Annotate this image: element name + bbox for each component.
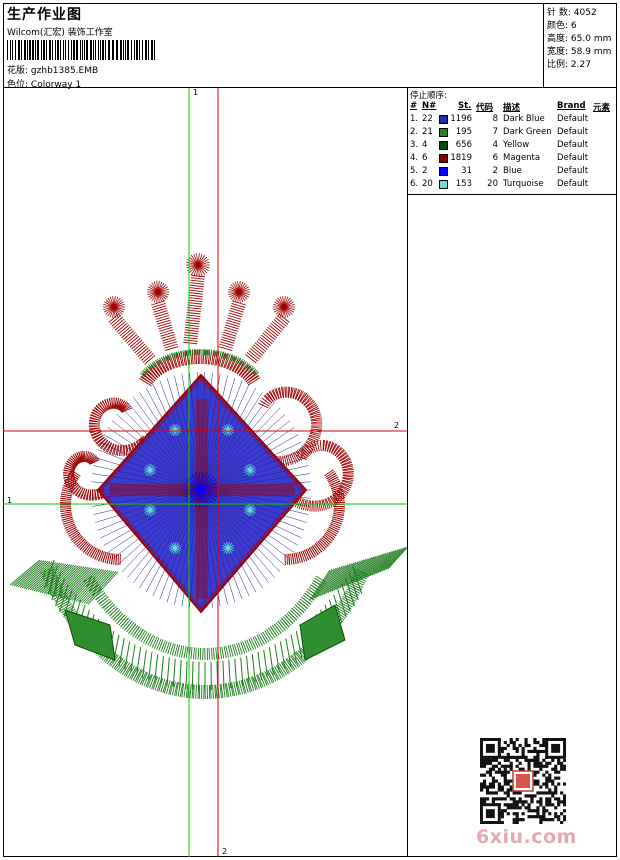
stat-colors: 颜色: 6	[547, 21, 577, 31]
design-file: 花版: gzhb1385.EMB	[7, 63, 98, 76]
stop-num: 2.	[410, 127, 419, 137]
stop-brand: Default	[557, 114, 589, 124]
stop-description: Magenta	[503, 153, 541, 163]
col-code: 代码	[476, 103, 494, 113]
stat-stitches: 针 数: 4052	[547, 8, 597, 18]
stop-needle: 4	[422, 140, 428, 150]
stat-scale: 比例: 2.27	[547, 60, 591, 70]
page-title: 生产作业图	[7, 7, 82, 23]
stop-code: 2	[492, 166, 498, 176]
stop-sequence-title: 停止顺序:	[410, 91, 447, 101]
stop-num: 5.	[410, 166, 419, 176]
col-brand: Brand	[557, 101, 586, 111]
stop-row: 4. 6 1819 6 Magenta Default	[408, 153, 617, 166]
stat-height: 高度: 65.0 mm	[547, 34, 612, 44]
color-swatch	[439, 154, 448, 163]
col-description: 描述	[503, 103, 521, 113]
axis-label-red-right: 2	[394, 421, 400, 430]
stop-stitches: 31	[461, 166, 472, 176]
stop-stitches: 1196	[450, 114, 472, 124]
stop-description: Dark Green	[503, 127, 552, 137]
axis-label-green-left: 1	[7, 496, 13, 505]
company-name: Wilcom(汇宏) 装饰工作室	[7, 28, 113, 38]
stop-brand: Default	[557, 179, 589, 189]
qr-code	[480, 738, 566, 824]
stop-description: Turquoise	[503, 179, 544, 189]
stop-needle: 20	[422, 179, 433, 189]
stop-needle: 22	[422, 114, 433, 124]
stop-num: 6.	[410, 179, 419, 189]
axis-label-green-top: 1	[193, 88, 199, 97]
header-info-panel: 生产作业图 Wilcom(汇宏) 装饰工作室 花版: gzhb1385.EMB …	[3, 3, 544, 90]
stop-code: 7	[492, 127, 498, 137]
embroidery-design	[3, 88, 407, 857]
stop-code: 20	[487, 179, 498, 189]
stop-row: 5. 2 31 2 Blue Default	[408, 166, 617, 179]
watermark-text: 6xiu.com	[476, 826, 577, 848]
stop-stitches: 1819	[450, 153, 472, 163]
stop-brand: Default	[557, 166, 589, 176]
stop-code: 4	[492, 140, 498, 150]
axis-label-red-bottom: 2	[222, 847, 228, 856]
col-element: 元素	[593, 103, 611, 113]
stop-stitches: 195	[455, 127, 472, 137]
stop-num: 1.	[410, 114, 419, 124]
color-swatch	[439, 115, 448, 124]
embroidery-preview	[3, 88, 408, 857]
stop-num: 3.	[410, 140, 419, 150]
col-num: #	[410, 101, 418, 111]
stop-needle: 21	[422, 127, 433, 137]
stop-row: 3. 4 656 4 Yellow Default	[408, 140, 617, 153]
stop-row: 1. 22 1196 8 Dark Blue Default	[408, 114, 617, 127]
stop-sequence-table: 停止顺序: # N# St. 代码 描述 Brand 元素 1. 22 1196 8 D…	[408, 88, 617, 195]
stop-code: 6	[492, 153, 498, 163]
color-swatch	[439, 180, 448, 189]
stop-needle: 6	[422, 153, 428, 163]
stop-num: 4.	[410, 153, 419, 163]
stop-description: Yellow	[503, 140, 530, 150]
stop-row: 2. 21 195 7 Dark Green Default	[408, 127, 617, 140]
color-swatch	[439, 141, 448, 150]
color-swatch	[439, 167, 448, 176]
design-label: 花版:	[7, 66, 29, 76]
stat-width: 宽度: 58.9 mm	[547, 47, 612, 57]
col-stitches: St.	[458, 101, 472, 111]
stop-stitches: 656	[455, 140, 472, 150]
stop-brand: Default	[557, 153, 589, 163]
col-needle: N#	[422, 101, 437, 111]
color-swatch	[439, 128, 448, 137]
stop-brand: Default	[557, 127, 589, 137]
stop-code: 8	[492, 114, 498, 124]
stats-panel: 针 数: 4052 颜色: 6 高度: 65.0 mm 宽度: 58.9 mm …	[544, 3, 617, 88]
stop-row: 6. 20 153 20 Turquoise Default	[408, 179, 617, 192]
stop-stitches: 153	[455, 179, 472, 189]
stop-needle: 2	[422, 166, 428, 176]
stop-description: Dark Blue	[503, 114, 545, 124]
stop-description: Blue	[503, 166, 522, 176]
design-value: gzhb1385.EMB	[30, 66, 99, 76]
stop-brand: Default	[557, 140, 589, 150]
barcode-image	[7, 40, 155, 60]
